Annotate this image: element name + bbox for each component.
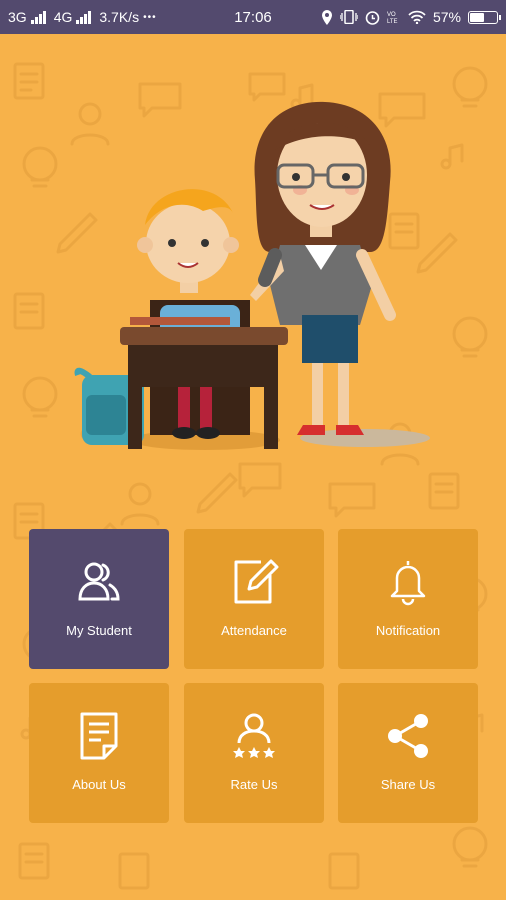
volte-icon: VOLTE (387, 12, 398, 24)
status-right: VO LTE 57% (321, 9, 501, 25)
bell-icon (390, 561, 426, 606)
document-icon (80, 712, 118, 760)
rate-us-button[interactable]: Rate Us (184, 683, 324, 823)
svg-text:LTE: LTE (387, 19, 398, 24)
svg-text:VO: VO (387, 12, 396, 18)
battery-fill (470, 12, 484, 22)
signal-icon-2 (76, 10, 92, 24)
share-icon (388, 714, 428, 758)
status-bar: 3G 4G 3.7K/s ••• 17:06 VO LTE 57% (0, 0, 506, 34)
battery-percent: 57% (432, 9, 461, 25)
more-notifications-icon: ••• (143, 11, 157, 23)
status-left: 3G 4G 3.7K/s ••• (8, 9, 321, 25)
alarm-icon (365, 10, 380, 25)
edit-icon (234, 559, 279, 604)
network-type-2: 4G (53, 9, 73, 25)
network-speed: 3.7K/s (99, 9, 140, 25)
student-figure (137, 189, 250, 439)
users-icon (78, 562, 120, 601)
my-student-button[interactable]: My Student (29, 529, 169, 669)
attendance-label: Attendance (221, 623, 287, 638)
wifi-icon (408, 10, 426, 24)
share-us-label: Share Us (380, 777, 436, 792)
about-us-label: About Us (72, 777, 126, 792)
notification-button[interactable]: Notification (338, 529, 478, 669)
vibrate-icon (339, 10, 358, 24)
share-us-button[interactable]: Share Us (338, 683, 478, 823)
location-icon (321, 9, 332, 25)
signal-icon (30, 10, 46, 24)
about-us-button[interactable]: About Us (29, 683, 169, 823)
battery-icon (468, 10, 501, 24)
rate-us-label: Rate Us (230, 777, 278, 792)
teacher-student-illustration (74, 101, 430, 450)
notification-label: Notification (375, 623, 441, 638)
my-student-label: My Student (66, 623, 132, 638)
rate-user-icon (233, 713, 275, 758)
attendance-button[interactable]: Attendance (184, 529, 324, 669)
network-type-1: 3G (8, 9, 27, 25)
